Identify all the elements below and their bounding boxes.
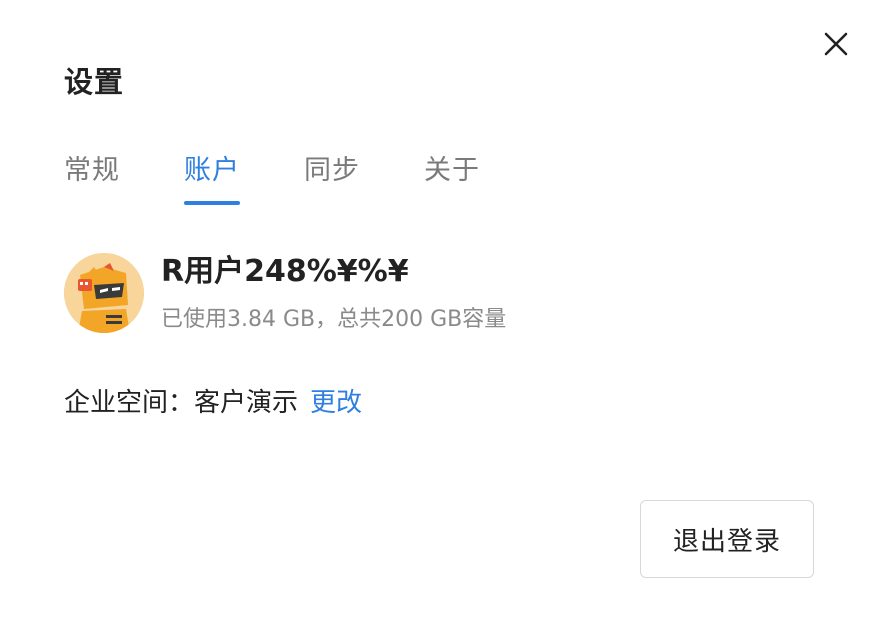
organization-row: 企业空间：客户演示 更改 bbox=[64, 384, 362, 422]
organization-label: 企业空间： bbox=[64, 388, 195, 418]
avatar bbox=[64, 253, 144, 333]
organization-value: 客户演示 bbox=[194, 388, 299, 418]
tab-account[interactable]: 账户 bbox=[184, 150, 240, 192]
storage-usage: 已使用3.84 GB，总共200 GB容量 bbox=[161, 307, 507, 332]
close-icon bbox=[824, 32, 848, 56]
user-name: R用户248%¥%¥ bbox=[161, 254, 409, 289]
close-button[interactable] bbox=[818, 26, 854, 62]
tab-about[interactable]: 关于 bbox=[424, 150, 480, 192]
change-organization-link[interactable]: 更改 bbox=[310, 388, 362, 418]
tab-sync[interactable]: 同步 bbox=[304, 150, 360, 192]
logout-button[interactable]: 退出登录 bbox=[640, 500, 814, 578]
settings-dialog: 设置 常规 账户 同步 关于 R用户248%¥%¥ 已使用3.84 GB，总共2… bbox=[0, 0, 880, 644]
active-tab-indicator bbox=[184, 201, 240, 205]
tab-general[interactable]: 常规 bbox=[64, 150, 120, 192]
robot-avatar-icon bbox=[64, 253, 144, 333]
dialog-title: 设置 bbox=[64, 65, 125, 99]
